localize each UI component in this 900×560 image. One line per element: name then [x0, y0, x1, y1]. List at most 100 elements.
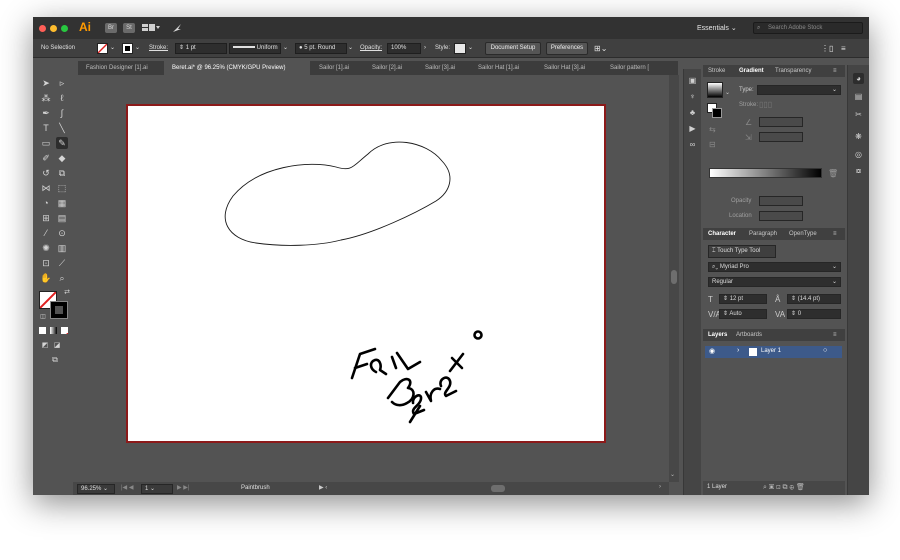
bridge-button[interactable]: Br: [105, 23, 117, 33]
font-family-select[interactable]: ⌕⌄ Myriad Pro ⌄: [708, 262, 841, 272]
tab-layers[interactable]: Layers: [708, 329, 727, 341]
panel-menu-icon[interactable]: ≡: [833, 228, 837, 240]
selection-tool-icon[interactable]: ➤: [40, 77, 52, 89]
tab-sailor-2[interactable]: Sailor [2].ai: [364, 61, 416, 75]
target-circle-icon[interactable]: ○: [823, 347, 827, 354]
variable-width-profile-select[interactable]: Uniform: [229, 43, 281, 54]
shaper-tool-icon[interactable]: ✐: [40, 152, 52, 164]
tab-paragraph[interactable]: Paragraph: [749, 228, 777, 240]
control-options-icon[interactable]: ⋮▯: [821, 43, 833, 54]
tab-artboards[interactable]: Artboards: [736, 329, 762, 341]
panel-menu-icon[interactable]: ≡: [833, 65, 837, 77]
last-artboard-icon[interactable]: ▶ ▶|: [177, 484, 189, 491]
symbol-sprayer-tool-icon[interactable]: ✺: [40, 242, 52, 254]
zoom-window-button[interactable]: [61, 25, 68, 32]
vertical-scroll-thumb[interactable]: [671, 270, 677, 284]
stroke-label[interactable]: Stroke:: [149, 43, 168, 54]
gradient-type-select[interactable]: ⌄: [757, 85, 841, 95]
stroke-swatch[interactable]: [712, 108, 722, 118]
gradient-aspect-field[interactable]: [759, 132, 803, 142]
color-panel-icon[interactable]: ◕: [853, 73, 864, 84]
leading-field[interactable]: ⇕ (14.4 pt): [787, 294, 841, 304]
preferences-button[interactable]: Preferences: [546, 42, 588, 55]
chevron-down-icon[interactable]: ⌄: [135, 43, 140, 54]
tab-sailor-pattern[interactable]: Sailor pattern [: [602, 61, 672, 75]
brush-definition-select[interactable]: ● 5 pt. Round: [295, 43, 347, 54]
chevron-down-icon[interactable]: ⌄: [110, 43, 115, 54]
vertical-scrollbar[interactable]: ⌄: [669, 75, 679, 482]
layer-actions-icon[interactable]: ⌕ ▣ ⊡ ⧉ ⊕ 🗑: [763, 483, 805, 492]
reverse-gradient-icon[interactable]: ⇆: [709, 125, 716, 134]
gradient-menu-icon[interactable]: ⊟: [709, 140, 716, 149]
tab-stroke[interactable]: Stroke: [708, 65, 725, 77]
stock-button[interactable]: St: [123, 23, 135, 33]
puppet-warp-icon[interactable]: ♆: [687, 91, 698, 102]
expand-layer-icon[interactable]: ›: [737, 347, 739, 354]
beret-outline[interactable]: [224, 141, 451, 246]
tracking-field[interactable]: ⇕ 0: [787, 309, 841, 319]
gradient-tool-icon[interactable]: ▤: [56, 212, 68, 224]
tab-sailor-1[interactable]: Sailor [1].ai: [311, 61, 363, 75]
tab-transparency[interactable]: Transparency: [775, 65, 811, 77]
line-tool-icon[interactable]: ╲: [56, 122, 68, 134]
gradient-angle-field[interactable]: [759, 117, 803, 127]
stop-location-field[interactable]: [759, 211, 803, 221]
swap-fill-stroke-icon[interactable]: ⇄: [61, 287, 73, 299]
chevron-down-icon[interactable]: ⌄: [725, 89, 730, 96]
font-size-field[interactable]: ⇕ 12 pt: [719, 294, 767, 304]
graphic-style-swatch[interactable]: [454, 43, 466, 54]
tab-sailor-hat-3[interactable]: Sailor Hat [3].ai: [536, 61, 601, 75]
type-tool-icon[interactable]: T: [40, 122, 52, 134]
perspective-grid-tool-icon[interactable]: ▦: [56, 197, 68, 209]
stroke-color-box[interactable]: [50, 301, 68, 319]
stop-opacity-field[interactable]: [759, 196, 803, 206]
handwritten-beret-text[interactable]: [386, 330, 483, 424]
status-menu-icon[interactable]: ▶ ‹: [319, 484, 327, 491]
stroke-swatch[interactable]: [122, 43, 133, 54]
brushes-panel-icon[interactable]: ✂: [853, 109, 864, 120]
first-artboard-icon[interactable]: |◀ ◀: [121, 484, 133, 491]
gpu-performance-icon[interactable]: [171, 23, 183, 33]
scale-tool-icon[interactable]: ⧉: [56, 167, 68, 179]
handwritten-fail-text[interactable]: [350, 347, 422, 380]
gradient-mode-icon[interactable]: [50, 327, 57, 334]
none-mode-icon[interactable]: [61, 327, 68, 334]
width-tool-icon[interactable]: ⋈: [40, 182, 52, 194]
appearance-panel-icon[interactable]: ◎: [853, 149, 864, 160]
gradient-slider[interactable]: [709, 168, 822, 178]
lasso-tool-icon[interactable]: ℓ: [56, 92, 68, 104]
document-setup-button[interactable]: Document Setup: [485, 42, 541, 55]
paintbrush-tool-icon[interactable]: ✎: [56, 137, 68, 149]
canvas-area[interactable]: [78, 75, 678, 482]
symbols-panel-icon[interactable]: ❋: [853, 131, 864, 142]
opacity-field[interactable]: 100%: [387, 43, 421, 54]
touch-type-tool-button[interactable]: ⌶ Touch Type Tool: [708, 245, 776, 258]
chevron-down-icon[interactable]: ⌄: [283, 43, 288, 54]
draw-behind-icon[interactable]: ◪: [51, 340, 63, 352]
properties-panel-icon[interactable]: ▤: [853, 91, 864, 102]
free-transform-tool-icon[interactable]: ⬚: [56, 182, 68, 194]
eyedropper-tool-icon[interactable]: ⁄: [40, 227, 52, 239]
links-icon[interactable]: ∞: [687, 139, 698, 150]
tab-opentype[interactable]: OpenType: [789, 228, 817, 240]
chevron-down-icon[interactable]: ⌄: [468, 43, 473, 54]
play-actions-icon[interactable]: ▶: [687, 123, 698, 134]
tab-sailor-hat-1[interactable]: Sailor Hat [1].ai: [470, 61, 535, 75]
close-window-button[interactable]: [39, 25, 46, 32]
tab-gradient[interactable]: Gradient: [739, 65, 764, 77]
curvature-tool-icon[interactable]: ∫: [56, 107, 68, 119]
visibility-eye-icon[interactable]: ◉: [709, 347, 715, 355]
tab-sailor-3[interactable]: Sailor [3].ai: [417, 61, 469, 75]
tab-beret[interactable]: Beret.ai* @ 96.25% (CMYK/GPU Preview): [164, 61, 310, 75]
slice-tool-icon[interactable]: ⟋: [56, 257, 68, 269]
magic-wand-tool-icon[interactable]: ⁂: [40, 92, 52, 104]
gradient-preview-swatch[interactable]: [707, 82, 723, 98]
tab-fashion-designer[interactable]: Fashion Designer [1].ai: [78, 61, 163, 75]
chevron-down-icon[interactable]: ⌄: [348, 43, 353, 54]
shape-builder-tool-icon[interactable]: ◔: [40, 197, 52, 209]
font-style-select[interactable]: Regular ⌄: [708, 277, 841, 287]
column-graph-tool-icon[interactable]: ▥: [56, 242, 68, 254]
rotate-tool-icon[interactable]: ↺: [40, 167, 52, 179]
blend-tool-icon[interactable]: ⊙: [56, 227, 68, 239]
eraser-tool-icon[interactable]: ◆: [56, 152, 68, 164]
